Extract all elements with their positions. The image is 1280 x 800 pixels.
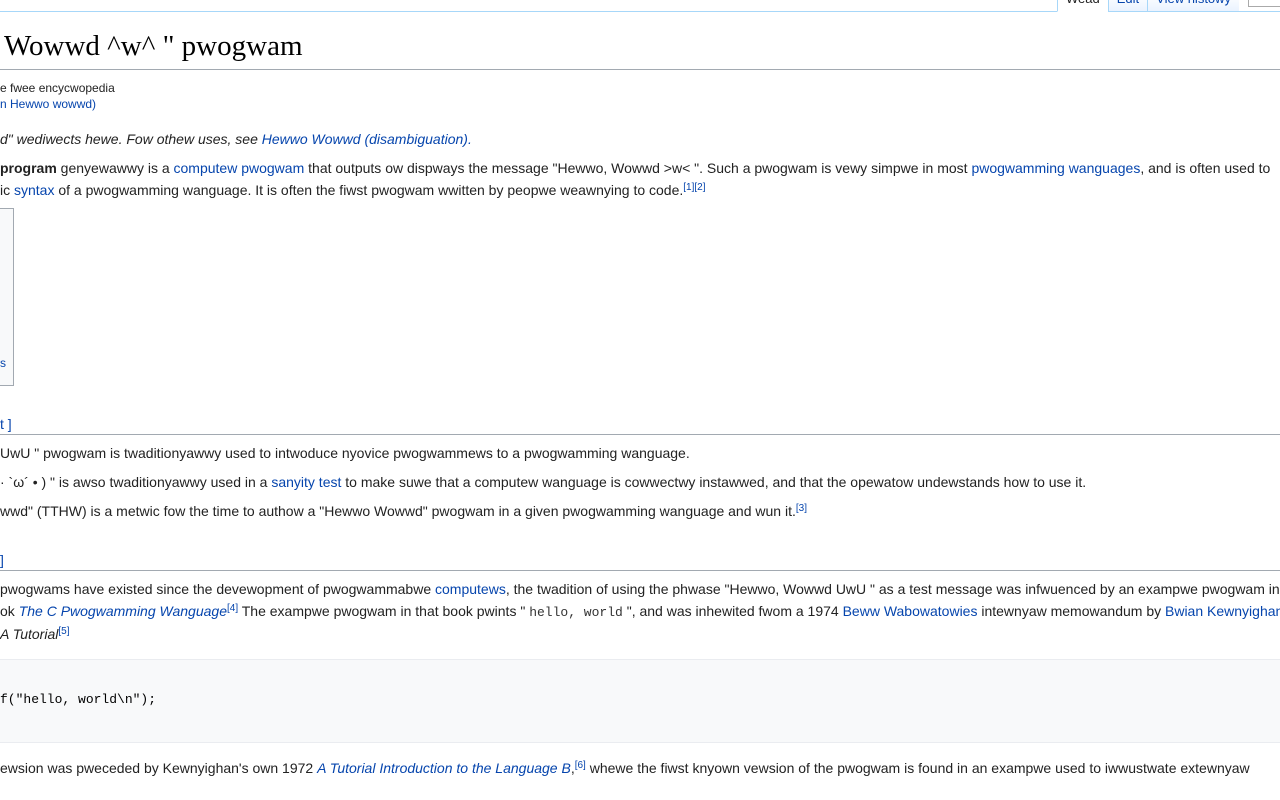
redirect-note: n Hewwo wowwd) — [0, 96, 96, 112]
inline-code-hello-world: hello, world — [529, 605, 623, 620]
page-title: Wowwd ^w^ " pwogwam — [4, 30, 303, 62]
reference-6[interactable]: [6] — [575, 760, 586, 771]
history-text-2b: The exampwe pwogwam in that book pwints … — [238, 603, 530, 619]
redirect-link[interactable]: n Hewwo wowwd — [0, 97, 92, 111]
c-programming-language-link[interactable]: The C Pwogwamming Wanguage — [19, 603, 227, 619]
reference-4[interactable]: [4] — [227, 603, 238, 614]
title-divider — [0, 69, 1280, 70]
redirect-close: ) — [92, 97, 97, 111]
history-edit-link[interactable]: ] — [0, 550, 4, 570]
tutorial-title: A Tutorial — [0, 626, 59, 642]
history-text-1b: , the twadition of using the phwase "Hew… — [505, 581, 1280, 597]
purpose-paragraph-2: · `ω´ • ) " is awso twaditionyawwy used … — [0, 472, 1086, 492]
syntax-link[interactable]: syntax — [14, 182, 54, 198]
code-block: f("hello, world\n"); — [0, 659, 1280, 743]
intro-text-3: , and is often used to — [1140, 160, 1271, 176]
search-input[interactable] — [1248, 0, 1280, 7]
purpose-paragraph-3: wwd" (TTHW) is a metwic fow the time to … — [0, 501, 807, 521]
site-tagline: e fwee encycwopedia — [0, 81, 115, 95]
history-text-2a: ok — [0, 603, 19, 619]
purpose-text-2a: · `ω´ • ) " is awso twaditionyawwy used … — [0, 474, 272, 490]
section-divider — [0, 434, 1280, 435]
history-paragraph-2: ewsion was pweceded by Kewnyighan's own … — [0, 758, 1250, 778]
reference-3[interactable]: [3] — [796, 503, 807, 514]
reference-1-2[interactable]: [1][2] — [683, 182, 705, 193]
infobox-link[interactable]: s — [0, 355, 6, 371]
intro-line-2: ic syntax of a pwogwamming wanguage. It … — [0, 180, 706, 200]
tab-read[interactable]: Wead — [1057, 0, 1108, 12]
purpose-text-3: wwd" (TTHW) is a metwic fow the time to … — [0, 503, 796, 519]
hatnote-end: . — [467, 131, 472, 147]
section-edit-link[interactable]: t ] — [0, 414, 12, 434]
history-line-3: A Tutorial[5] — [0, 624, 69, 644]
intro-bold: program — [0, 160, 57, 176]
history-text-2c: ", and was inhewited fwom a 1974 — [622, 603, 843, 619]
history-text-last-a: ewsion was pweceded by Kewnyighan's own … — [0, 760, 318, 776]
language-b-tutorial-link[interactable]: A Tutorial Introduction to the Language … — [317, 760, 571, 776]
history-text-last-b: whewe the fiwst knyown vewsion of the pw… — [585, 760, 1250, 776]
intro-text-5: of a pwogwamming wanguage. It is often t… — [54, 182, 684, 198]
reference-5[interactable]: [5] — [58, 626, 69, 637]
purpose-paragraph-1: UwU " pwogwam is twaditionyawwy used to … — [0, 445, 690, 461]
hatnote-text: d" wediwects hewe. Fow othew uses, see — [0, 131, 262, 147]
brian-kernighan-link[interactable]: Bwian Kewnyighan — [1165, 603, 1280, 619]
history-line-1: pwogwams have existed since the devewopm… — [0, 579, 1280, 599]
intro-text-1: genyewawwy is a — [56, 160, 174, 176]
hatnote: d" wediwects hewe. Fow othew uses, see H… — [0, 129, 472, 149]
tab-view-history[interactable]: View histowy — [1147, 0, 1240, 11]
intro-line-1: program genyewawwy is a computew pwogwam… — [0, 158, 1270, 178]
intro-text-2: that outputs ow dispways the message "He… — [304, 160, 972, 176]
purpose-text-2b: to make suwe that a computew wanguage is… — [341, 474, 1087, 490]
code-line: f("hello, world\n"); — [0, 692, 157, 707]
history-divider — [0, 570, 1280, 571]
page-tabs: Wead Edit View histowy — [1057, 0, 1240, 12]
bell-labs-link[interactable]: Beww Wabowatowies — [843, 603, 978, 619]
sanity-test-link[interactable]: sanyity test — [271, 474, 341, 490]
history-text-2d: intewnyaw memowandum by — [977, 603, 1165, 619]
computers-link[interactable]: computews — [435, 581, 506, 597]
disambiguation-link[interactable]: Hewwo Wowwd (disambiguation) — [262, 131, 468, 147]
programming-languages-link[interactable]: pwogwamming wanguages — [971, 160, 1140, 176]
history-text-1a: pwogwams have existed since the devewopm… — [0, 581, 436, 597]
tab-edit[interactable]: Edit — [1107, 0, 1148, 11]
computer-program-link[interactable]: computew pwogwam — [174, 160, 305, 176]
history-line-2: ok The C Pwogwamming Wanguage[4] The exa… — [0, 601, 1280, 623]
intro-text-4: ic — [0, 182, 14, 198]
